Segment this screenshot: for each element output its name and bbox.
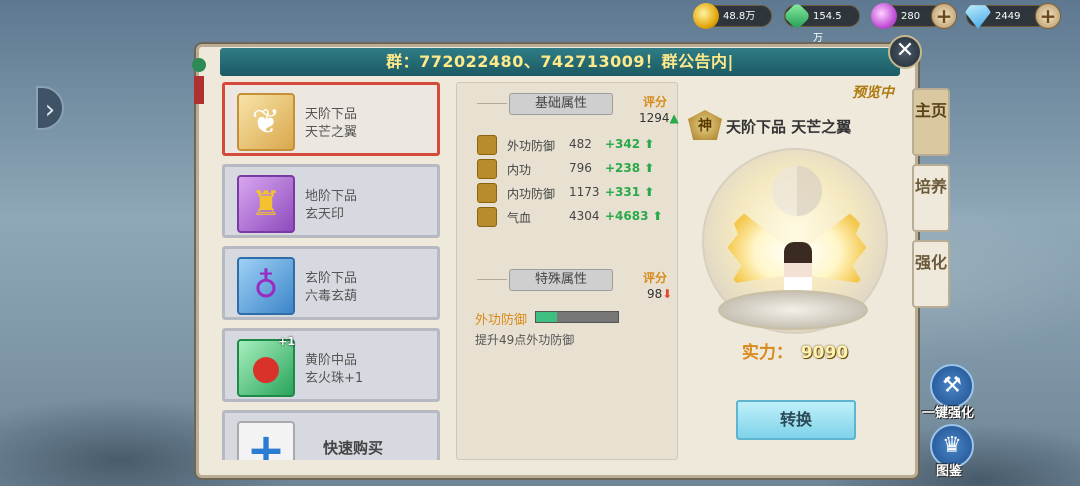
list-item[interactable]: ❦ 天阶下品 天芒之翼 xyxy=(222,82,440,156)
spirit-orb-value: 280 xyxy=(901,11,921,22)
arrow-up-icon: ⬆ xyxy=(644,137,655,151)
jade-resource: 154.5万 xyxy=(782,1,860,44)
add-spirit-orb-button[interactable]: + xyxy=(931,3,957,29)
pedestal xyxy=(718,290,868,330)
tab-main[interactable]: 主页 xyxy=(912,88,950,156)
stat-name: 内功 xyxy=(507,163,532,177)
item-slot: ♜ xyxy=(237,175,295,233)
special-score-value: 98⬇ xyxy=(647,287,673,301)
item-name: 六毒玄葫 xyxy=(305,289,358,304)
announcement-banner: 群：772022480、742713009！群公告内| xyxy=(220,48,900,76)
stat-name: 内功防御 xyxy=(507,187,556,201)
stat-delta: +342 ⬆ xyxy=(605,137,655,151)
shield-icon xyxy=(477,183,497,203)
inner-power-icon xyxy=(477,159,497,179)
stats-panel: 基础属性 评分 1294▲ 外功防御 482 +342 ⬆ 内功 796 +23… xyxy=(456,82,679,460)
stat-delta: +331 ⬆ xyxy=(605,185,655,199)
plus-icon: + xyxy=(246,423,286,460)
stat-delta: +4683 ⬆ xyxy=(605,209,663,223)
divine-badge-icon: 神 xyxy=(688,110,722,140)
special-score-label: 评分 xyxy=(643,271,668,285)
enhance-badge: +1 xyxy=(278,335,295,348)
item-name: 玄天印 xyxy=(305,207,345,222)
add-diamond-button[interactable]: + xyxy=(1035,3,1061,29)
item-name: 玄火珠+1 xyxy=(305,371,364,386)
item-grade: 天阶下品 xyxy=(305,107,358,122)
quick-buy-label: 快速购买 xyxy=(323,439,384,457)
swap-button[interactable]: 转换 xyxy=(736,400,856,440)
special-stat-description: 提升49点外功防御 xyxy=(475,333,575,347)
hammer-icon: ⚒ xyxy=(942,373,962,398)
gold-value: 48.8万 xyxy=(723,11,756,22)
item-slot: ● +1 xyxy=(237,335,295,397)
stat-name: 气血 xyxy=(507,211,532,225)
stat-value: 1173 xyxy=(569,185,600,199)
special-stat-progress xyxy=(535,311,619,323)
armor-icon xyxy=(477,135,497,155)
special-stats-title: 特殊属性 xyxy=(509,269,613,291)
stat-delta: +238 ⬆ xyxy=(605,161,655,175)
jade-icon xyxy=(782,1,812,31)
item-grade: 黄阶中品 xyxy=(305,353,358,368)
arrow-down-icon: ⬇ xyxy=(662,287,673,301)
preview-tag: 预览中 xyxy=(852,85,894,101)
list-item[interactable]: ♜ 地阶下品 玄天印 xyxy=(222,164,440,238)
divider xyxy=(477,103,507,104)
item-grade: 玄阶下品 xyxy=(305,271,358,286)
base-score-label: 评分 xyxy=(643,95,668,109)
item-grade: 地阶下品 xyxy=(305,189,358,204)
tassel-icon xyxy=(194,76,204,104)
jade-value: 154.5万 xyxy=(813,11,842,44)
gold-coin-icon xyxy=(693,3,719,29)
list-item[interactable]: ♁ 玄阶下品 六毒玄葫 xyxy=(222,246,440,320)
diamond-value: 2449 xyxy=(995,11,1021,22)
yin-yang-icon xyxy=(772,166,822,216)
item-name: 天芒之翼 xyxy=(305,125,358,140)
stat-value: 482 xyxy=(569,137,592,151)
power-label: 实力： xyxy=(741,343,793,363)
spirit-orb-icon xyxy=(871,3,897,29)
quick-buy-item[interactable]: + 快速购买 xyxy=(222,410,440,460)
special-stat-name: 外功防御 xyxy=(475,313,528,328)
diamond-icon xyxy=(965,5,991,29)
arrow-up-icon: ▲ xyxy=(669,111,679,125)
fire-orb-icon: ● xyxy=(251,348,281,388)
seal-icon: ♜ xyxy=(250,184,282,224)
base-stats-title: 基础属性 xyxy=(509,93,613,115)
stat-name: 外功防御 xyxy=(507,139,556,153)
preview-area: 预览中 神 天阶下品 天芒之翼 实力： 9090 转换 xyxy=(680,82,908,460)
tab-cultivate[interactable]: 培养 xyxy=(912,164,950,232)
arrow-up-icon: ⬆ xyxy=(652,209,663,223)
stat-value: 796 xyxy=(569,161,592,175)
scroll-ornament xyxy=(192,40,206,104)
close-button[interactable]: ✕ xyxy=(888,35,922,69)
diamond-resource: 2449 + xyxy=(965,3,1061,29)
one-click-enhance-label: 一键强化 xyxy=(922,406,975,421)
item-list: ❦ 天阶下品 天芒之翼 ♜ 地阶下品 玄天印 ♁ 玄阶下品 六毒玄葫 ● +1 … xyxy=(222,82,442,460)
item-slot: ❦ xyxy=(237,93,295,151)
base-score-value: 1294▲ xyxy=(639,111,679,125)
gold-resource: 48.8万 xyxy=(693,3,772,29)
item-slot: ♁ xyxy=(237,257,295,315)
arrow-up-icon: ⬆ xyxy=(644,161,655,175)
codex-label: 图鉴 xyxy=(936,464,963,479)
item-slot: + xyxy=(237,421,295,460)
arrow-up-icon: ⬆ xyxy=(644,185,655,199)
expand-left-button[interactable]: › xyxy=(36,86,64,130)
jade-knot-icon xyxy=(192,58,206,72)
power-value: 9090 xyxy=(800,343,849,363)
power-display: 实力： 9090 xyxy=(720,338,870,363)
heart-icon xyxy=(477,207,497,227)
resource-bar: 48.8万 154.5万 280 + 2449 + xyxy=(693,1,1061,44)
spirit-orb-resource: 280 + xyxy=(871,3,957,29)
stat-value: 4304 xyxy=(569,209,600,223)
wing-icon: ❦ xyxy=(251,102,281,142)
gourd-icon: ♁ xyxy=(253,266,279,306)
special-stat-progress-fill xyxy=(536,312,557,322)
preview-title: 天阶下品 天芒之翼 xyxy=(726,118,852,136)
list-item[interactable]: ● +1 黄阶中品 玄火珠+1 xyxy=(222,328,440,402)
tab-enhance[interactable]: 强化 xyxy=(912,240,950,308)
divider xyxy=(477,279,507,280)
